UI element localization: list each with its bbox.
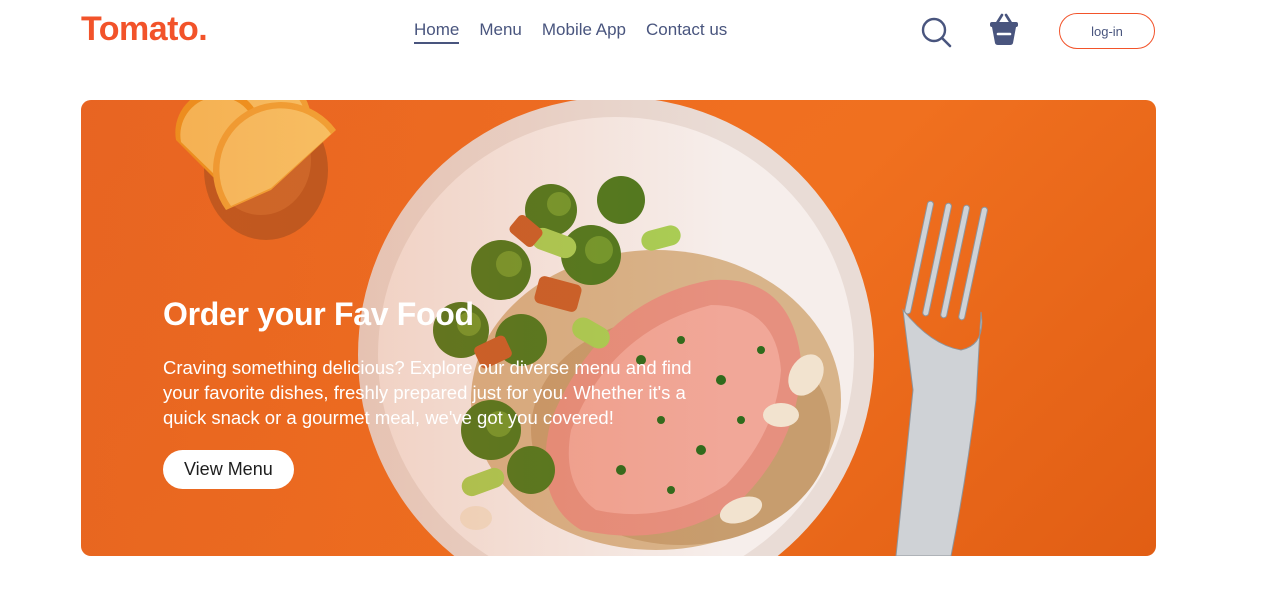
basket-icon[interactable] xyxy=(987,12,1021,46)
view-menu-button[interactable]: View Menu xyxy=(163,450,294,489)
search-icon[interactable] xyxy=(920,16,952,48)
hero-banner: Order your Fav Food Craving something de… xyxy=(81,100,1156,556)
nav-item-mobile-app[interactable]: Mobile App xyxy=(542,20,626,44)
hero-title: Order your Fav Food xyxy=(163,296,474,332)
hero-content: Order your Fav Food Craving something de… xyxy=(163,296,723,489)
hero-description: Craving something delicious? Explore our… xyxy=(163,357,692,428)
brand-logo[interactable]: Tomato. xyxy=(81,10,208,49)
nav-item-home[interactable]: Home xyxy=(414,20,460,44)
nav-item-menu[interactable]: Menu xyxy=(479,20,522,44)
nav-item-contact-us[interactable]: Contact us xyxy=(646,20,727,44)
navbar: Tomato. Home Menu Mobile App Contact us … xyxy=(0,0,1262,64)
nav-menu: Home Menu Mobile App Contact us xyxy=(414,20,727,44)
login-button[interactable]: log-in xyxy=(1059,13,1155,49)
